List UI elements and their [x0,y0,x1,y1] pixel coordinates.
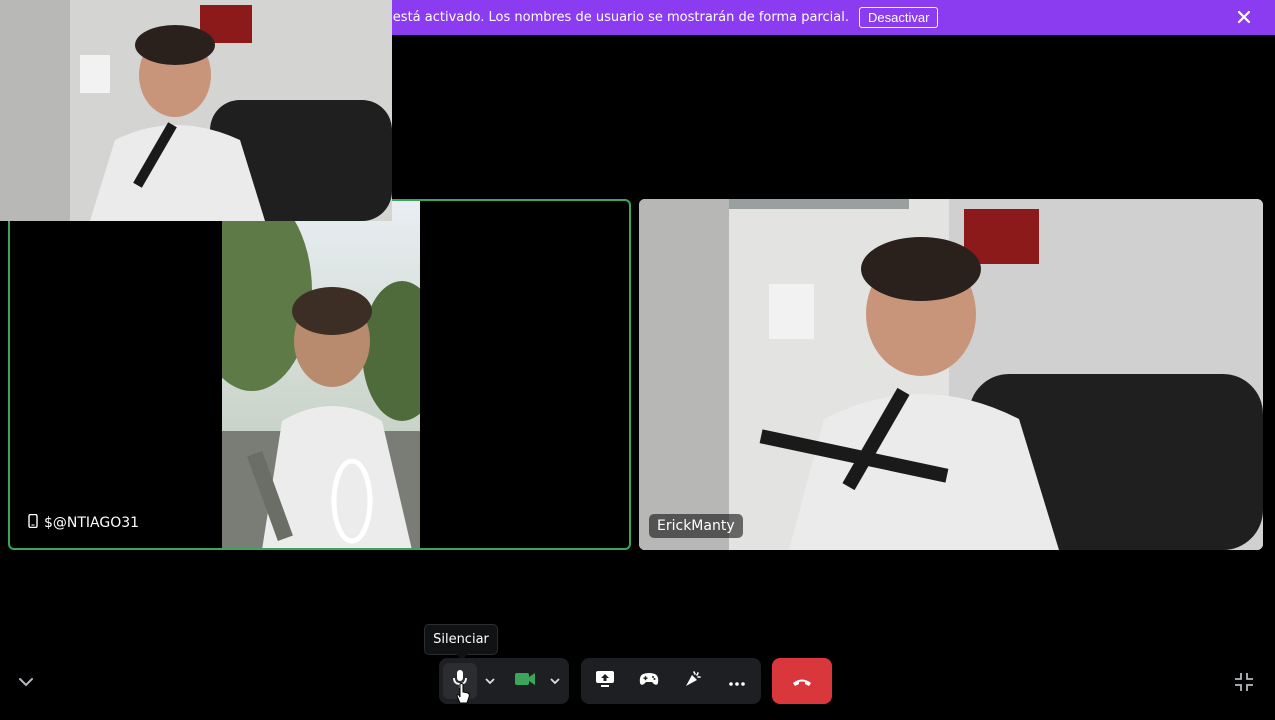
participant-name-tag: $@NTIAGO31 [20,510,147,536]
participant-tile-erickmanty[interactable]: ErickManty [639,199,1263,550]
participant-name-tag: ErickManty [649,514,743,538]
disconnect-button[interactable] [772,658,832,704]
participant-name: $@NTIAGO31 [44,515,140,531]
chevron-down-icon [549,672,561,691]
more-dots-icon [728,672,746,691]
mouse-cursor-icon [455,683,471,705]
close-icon[interactable] [1235,8,1253,26]
screen-share-icon [595,670,615,692]
screen-share-button[interactable] [587,663,623,699]
video-camera-icon [514,671,536,691]
participant-video [639,199,1263,550]
camera-button[interactable] [508,663,542,699]
mute-tooltip: Silenciar [424,624,498,660]
more-options-button[interactable] [719,663,755,699]
soundboard-icon [683,669,703,693]
chevron-down-icon [484,672,496,691]
soundboard-button[interactable] [675,663,711,699]
video-options-button[interactable] [544,663,565,699]
phone-hangup-icon [792,672,812,691]
activity-controls [581,658,761,704]
mobile-phone-icon [28,513,38,532]
tooltip-text: Silenciar [433,632,489,647]
participant-video [222,201,420,548]
banner-message: treamer está activado. Los nombres de us… [336,10,850,25]
participant-name: ErickManty [657,518,735,534]
deactivate-button[interactable]: Desactivar [859,7,939,28]
self-video-preview[interactable] [0,0,392,221]
exit-fullscreen-icon[interactable] [1233,671,1255,693]
audio-options-button[interactable] [479,663,500,699]
game-controller-icon [639,671,659,691]
chevron-down-icon[interactable] [16,672,36,692]
activities-button[interactable] [631,663,667,699]
participant-tile-santiago[interactable]: $@NTIAGO31 [8,199,631,550]
